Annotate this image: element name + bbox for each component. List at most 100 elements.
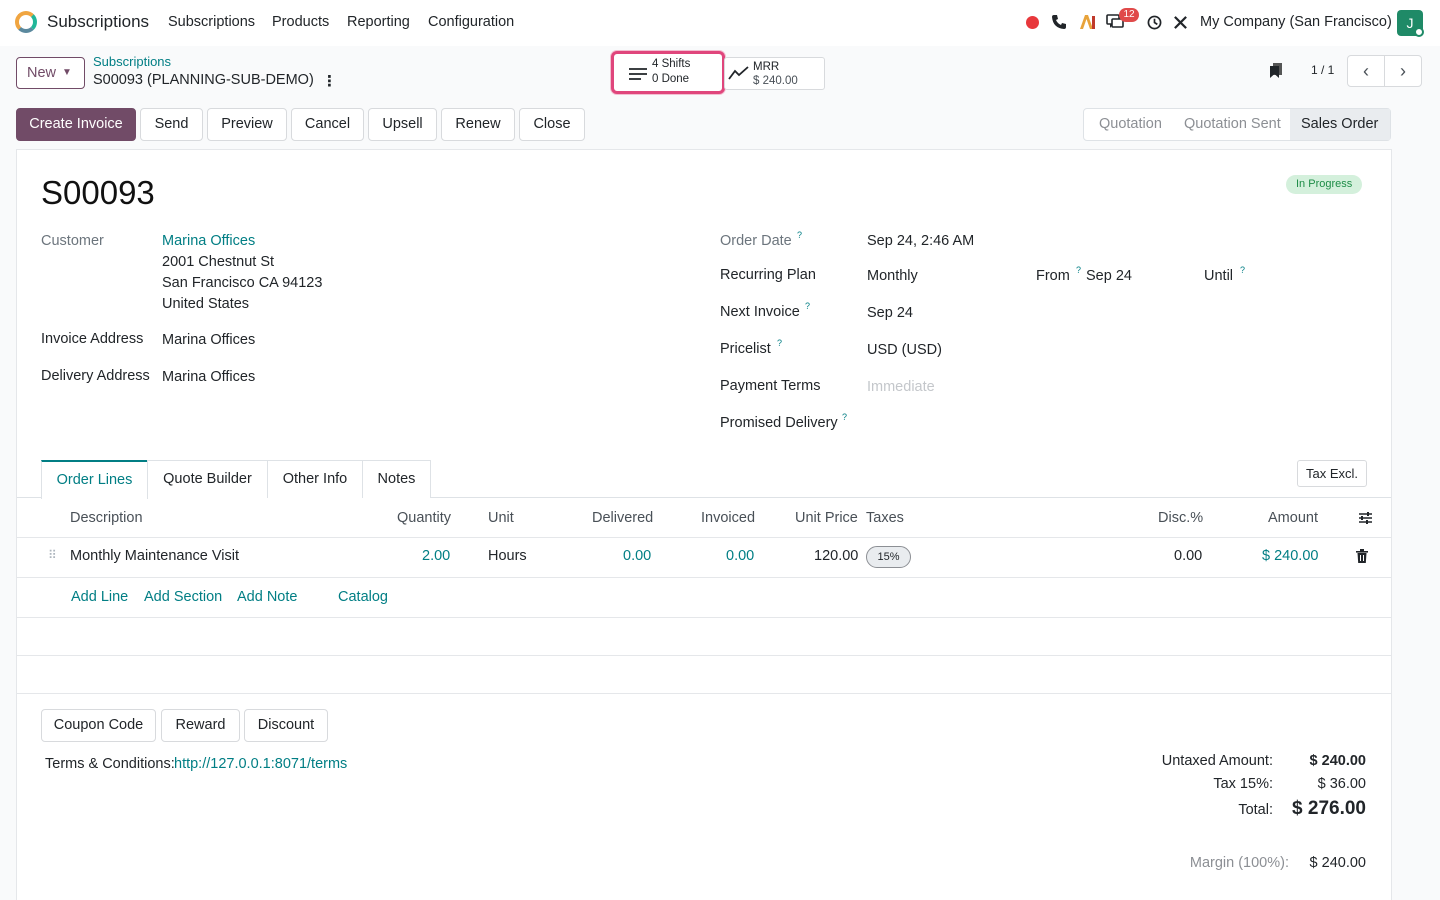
- reward-button[interactable]: Reward: [161, 709, 240, 742]
- ai-icon[interactable]: [1079, 14, 1096, 30]
- delivery-address-field[interactable]: Marina Offices: [162, 369, 255, 385]
- caret-down-icon: ▼: [62, 67, 72, 78]
- margin-label: Margin (100%):: [1189, 855, 1289, 871]
- coupon-code-button[interactable]: Coupon Code: [41, 709, 156, 742]
- create-invoice-button[interactable]: Create Invoice: [16, 108, 136, 141]
- menu-configuration[interactable]: Configuration: [428, 14, 514, 30]
- pricelist-field[interactable]: USD (USD): [867, 342, 942, 358]
- customer-label: Customer: [41, 233, 104, 249]
- app-name[interactable]: Subscriptions: [47, 12, 149, 32]
- row-divider: [17, 617, 1391, 618]
- menu-products[interactable]: Products: [272, 14, 329, 30]
- next-invoice-label: Next Invoice: [720, 304, 800, 320]
- terms-label: Terms & Conditions:: [45, 756, 175, 772]
- payment-terms-field[interactable]: Immediate: [867, 379, 935, 395]
- shifts-list-icon: [629, 68, 647, 80]
- col-quantity[interactable]: Quantity: [397, 510, 451, 526]
- column-settings-icon[interactable]: [1358, 511, 1373, 525]
- until-help-icon[interactable]: ?: [1240, 265, 1245, 275]
- col-unit-price[interactable]: Unit Price: [795, 510, 858, 526]
- catalog-link[interactable]: Catalog: [338, 589, 388, 605]
- col-disc[interactable]: Disc.%: [1158, 510, 1203, 526]
- col-description[interactable]: Description: [70, 510, 143, 526]
- tab-notes[interactable]: Notes: [362, 460, 431, 498]
- col-unit[interactable]: Unit: [488, 510, 514, 526]
- shifts-smart-button[interactable]: 4 Shifts 0 Done: [611, 51, 725, 94]
- next-invoice-help-icon[interactable]: ?: [805, 301, 810, 311]
- pager-previous-icon[interactable]: ‹: [1347, 55, 1385, 87]
- close-button[interactable]: Close: [519, 108, 585, 141]
- terms-link[interactable]: http://127.0.0.1:8071/terms: [174, 756, 347, 772]
- discount-button[interactable]: Discount: [244, 709, 328, 742]
- bookmark-icon[interactable]: [1269, 62, 1283, 79]
- until-label: Until: [1204, 268, 1234, 284]
- line-invoiced[interactable]: 0.00: [726, 548, 754, 564]
- promised-delivery-help-icon[interactable]: ?: [842, 412, 847, 422]
- invoice-address-field[interactable]: Marina Offices: [162, 332, 255, 348]
- company-switcher[interactable]: My Company (San Francisco): [1200, 14, 1392, 30]
- col-invoiced[interactable]: Invoiced: [701, 510, 755, 526]
- breadcrumb-parent[interactable]: Subscriptions: [93, 54, 171, 69]
- messages-badge: 12: [1119, 8, 1139, 22]
- untaxed-label: Untaxed Amount:: [1161, 753, 1273, 769]
- mrr-value: $ 240.00: [753, 75, 798, 87]
- recurring-plan-field[interactable]: Monthly: [867, 268, 918, 284]
- tab-other-info[interactable]: Other Info: [267, 460, 363, 498]
- pager-next-icon[interactable]: ›: [1384, 55, 1422, 87]
- line-quantity[interactable]: 2.00: [422, 548, 450, 564]
- col-taxes[interactable]: Taxes: [866, 510, 904, 526]
- next-invoice-field[interactable]: Sep 24: [867, 305, 913, 321]
- address-line-2: San Francisco CA 94123: [162, 275, 323, 291]
- top-navbar: Subscriptions Subscriptions Products Rep…: [0, 0, 1440, 46]
- mrr-label: MRR: [753, 61, 780, 73]
- send-button[interactable]: Send: [140, 108, 203, 141]
- col-delivered[interactable]: Delivered: [592, 510, 653, 526]
- shifts-count: 4 Shifts: [652, 58, 691, 70]
- from-field[interactable]: Sep 24: [1086, 268, 1132, 284]
- mrr-smart-button[interactable]: MRR $ 240.00: [724, 57, 825, 90]
- customer-field[interactable]: Marina Offices: [162, 233, 255, 249]
- tab-order-lines[interactable]: Order Lines: [41, 460, 148, 499]
- col-amount[interactable]: Amount: [1268, 510, 1318, 526]
- upsell-button[interactable]: Upsell: [368, 108, 437, 141]
- order-date-label: Order Date: [720, 233, 792, 249]
- order-date-help-icon[interactable]: ?: [797, 230, 802, 240]
- menu-subscriptions[interactable]: Subscriptions: [168, 14, 255, 30]
- phone-icon[interactable]: [1051, 14, 1067, 30]
- from-help-icon[interactable]: ?: [1076, 265, 1081, 275]
- tax-excl-toggle[interactable]: Tax Excl.: [1297, 460, 1367, 487]
- tab-quote-builder[interactable]: Quote Builder: [147, 460, 268, 498]
- tools-icon[interactable]: [1173, 15, 1188, 30]
- line-unit-price[interactable]: 120.00: [814, 548, 858, 564]
- status-quotation-sent[interactable]: Quotation Sent: [1184, 116, 1281, 132]
- order-date-field[interactable]: Sep 24, 2:46 AM: [867, 233, 974, 249]
- line-amount[interactable]: $ 240.00: [1262, 548, 1318, 564]
- record-icon[interactable]: [1026, 16, 1039, 29]
- cancel-button[interactable]: Cancel: [291, 108, 364, 141]
- more-actions-icon[interactable]: ⋮: [322, 72, 337, 90]
- trend-line-icon: [728, 66, 749, 80]
- invoice-address-label: Invoice Address: [41, 331, 144, 347]
- add-section-link[interactable]: Add Section: [144, 589, 222, 605]
- promised-delivery-label: Promised Delivery: [720, 415, 838, 431]
- line-tax-chip[interactable]: 15%: [866, 546, 911, 568]
- new-button[interactable]: New ▼: [16, 57, 85, 89]
- app-logo-icon[interactable]: [15, 11, 37, 33]
- line-description[interactable]: Monthly Maintenance Visit: [70, 548, 239, 564]
- activity-clock-icon[interactable]: [1147, 15, 1162, 30]
- pager-value[interactable]: 1 / 1: [1311, 63, 1334, 77]
- drag-handle-icon[interactable]: ⠿: [48, 548, 57, 562]
- preview-button[interactable]: Preview: [207, 108, 287, 141]
- status-sales-order[interactable]: Sales Order: [1301, 116, 1378, 132]
- line-unit[interactable]: Hours: [488, 548, 527, 564]
- shifts-done: 0 Done: [652, 73, 690, 85]
- pricelist-help-icon[interactable]: ?: [777, 338, 782, 348]
- line-discount[interactable]: 0.00: [1174, 548, 1202, 564]
- status-quotation[interactable]: Quotation: [1099, 116, 1162, 132]
- menu-reporting[interactable]: Reporting: [347, 14, 410, 30]
- delete-line-icon[interactable]: [1356, 549, 1368, 563]
- add-line-link[interactable]: Add Line: [71, 589, 128, 605]
- renew-button[interactable]: Renew: [441, 108, 515, 141]
- add-note-link[interactable]: Add Note: [237, 589, 297, 605]
- line-delivered[interactable]: 0.00: [623, 548, 651, 564]
